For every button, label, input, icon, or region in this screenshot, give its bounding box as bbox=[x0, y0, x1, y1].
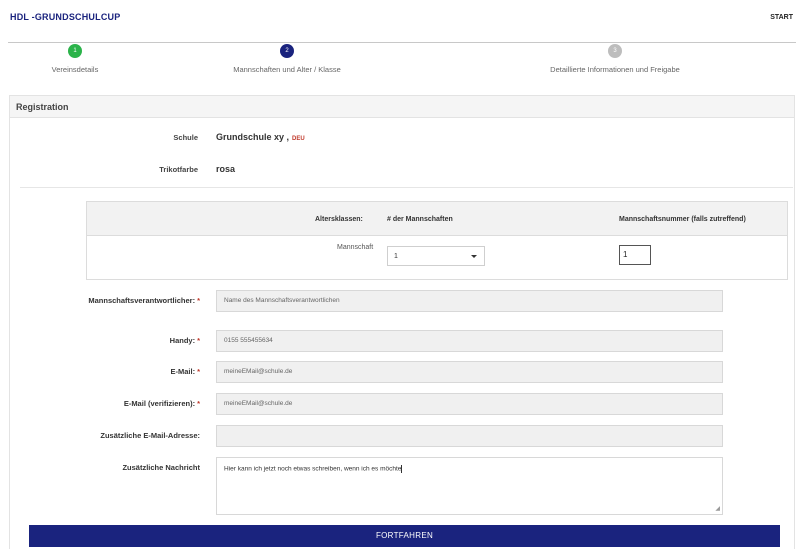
top-navbar: HDL -GRUNDSCHULCUP START bbox=[0, 0, 804, 40]
school-value: Grundschule xy , DEU bbox=[216, 132, 305, 142]
extra-email-label: Zusätzliche E-Mail-Adresse: bbox=[100, 431, 200, 440]
progress-stepper: 1 Vereinsdetails 2 Mannschaften und Alte… bbox=[0, 40, 804, 84]
message-text: Hier kann ich jetzt noch etwas schreiben… bbox=[224, 465, 402, 473]
extra-email-input[interactable] bbox=[216, 425, 723, 447]
team-count-select[interactable]: 1 bbox=[387, 246, 485, 266]
header-age-classes: Altersklassen: bbox=[315, 216, 363, 223]
message-label: Zusätzliche Nachricht bbox=[122, 463, 200, 472]
jersey-color-label: Trikotfarbe bbox=[159, 165, 198, 174]
table-row: Mannschaft 1 1 bbox=[87, 236, 787, 280]
start-link[interactable]: START bbox=[770, 14, 793, 21]
continue-button[interactable]: FORTFAHREN bbox=[29, 525, 780, 547]
email-label: E-Mail: * bbox=[0, 367, 200, 376]
step-1[interactable]: 1 Vereinsdetails bbox=[0, 44, 175, 74]
email-verify-label: E-Mail (verifizieren): * bbox=[0, 399, 200, 408]
stepper-line bbox=[8, 42, 796, 43]
message-textarea[interactable]: Hier kann ich jetzt noch etwas schreiben… bbox=[216, 457, 723, 515]
team-row-label: Mannschaft bbox=[337, 244, 374, 251]
chevron-down-icon bbox=[471, 255, 477, 258]
phone-label-text: Handy: bbox=[169, 336, 196, 345]
email-verify-input[interactable]: meineEMail@schule.de bbox=[216, 393, 723, 415]
step-3-label: Detaillierte Informationen und Freigabe bbox=[550, 65, 680, 74]
phone-label: Handy: * bbox=[0, 336, 200, 345]
section-divider bbox=[20, 187, 793, 188]
step-3[interactable]: 3 Detaillierte Informationen und Freigab… bbox=[515, 44, 715, 74]
responsible-label: Mannschaftsverantwortlicher: * bbox=[0, 296, 200, 305]
brand-logo-text[interactable]: HDL -GRUNDSCHULCUP bbox=[10, 12, 120, 22]
school-name: Grundschule xy , bbox=[216, 132, 290, 142]
email-input[interactable]: meineEMail@schule.de bbox=[216, 361, 723, 383]
age-class-table-header: Altersklassen: # der Mannschaften Mannsc… bbox=[87, 202, 787, 236]
panel-title: Registration bbox=[10, 96, 794, 118]
step-3-indicator: 3 bbox=[608, 44, 622, 58]
responsible-name-input[interactable]: Name des Mannschaftsverantwortlichen bbox=[216, 290, 723, 312]
required-marker: * bbox=[197, 336, 200, 345]
team-number-input[interactable]: 1 bbox=[619, 245, 651, 265]
school-label: Schule bbox=[173, 133, 198, 142]
email-label-text: E-Mail: bbox=[170, 367, 196, 376]
text-cursor bbox=[401, 465, 403, 473]
step-2-indicator: 2 bbox=[280, 44, 294, 58]
header-team-count: # der Mannschaften bbox=[387, 216, 453, 223]
age-class-table: Altersklassen: # der Mannschaften Mannsc… bbox=[86, 201, 788, 280]
email-verify-label-text: E-Mail (verifizieren): bbox=[123, 399, 196, 408]
required-marker: * bbox=[197, 367, 200, 376]
required-marker: * bbox=[197, 296, 200, 305]
team-count-value: 1 bbox=[394, 253, 398, 260]
step-2[interactable]: 2 Mannschaften und Alter / Klasse bbox=[187, 44, 387, 74]
required-marker: * bbox=[197, 399, 200, 408]
phone-input[interactable]: 0155 555455634 bbox=[216, 330, 723, 352]
responsible-label-text: Mannschaftsverantwortlicher: bbox=[88, 296, 196, 305]
step-1-indicator: 1 bbox=[68, 44, 82, 58]
resize-grip-icon[interactable]: ◢ bbox=[715, 505, 720, 512]
school-country-code: DEU bbox=[292, 136, 305, 142]
header-team-number: Mannschaftsnummer (falls zutreffend) bbox=[619, 216, 746, 223]
step-1-label: Vereinsdetails bbox=[51, 65, 99, 74]
jersey-color-value: rosa bbox=[216, 164, 236, 174]
step-2-label: Mannschaften und Alter / Klasse bbox=[233, 65, 341, 74]
